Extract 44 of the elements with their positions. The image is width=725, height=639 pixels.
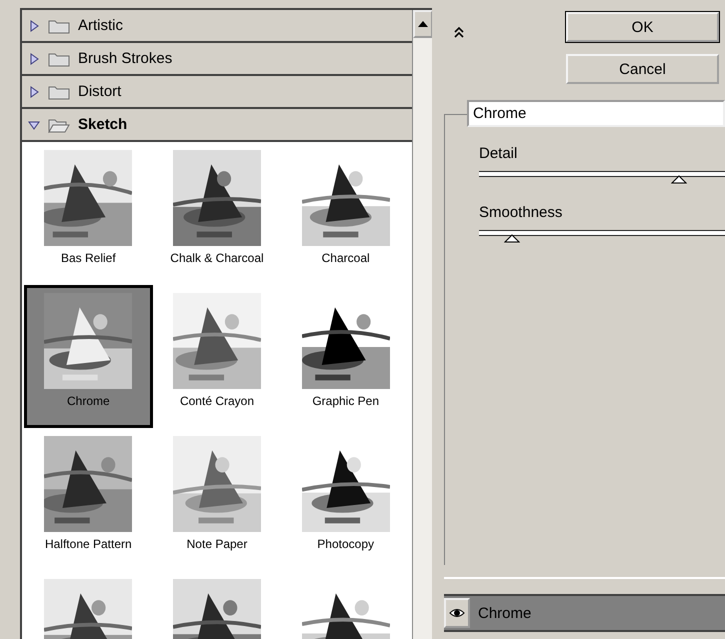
caret-down-icon[interactable]: [28, 118, 40, 130]
category-label[interactable]: Brush Strokes: [78, 50, 172, 67]
filter-thumbnail[interactable]: Bas Relief: [24, 142, 153, 285]
scroll-up-button[interactable]: [413, 10, 432, 38]
ok-button[interactable]: OK: [566, 12, 719, 42]
filter-thumbnail[interactable]: Conté Crayon: [152, 285, 282, 428]
category-label[interactable]: Sketch: [78, 116, 128, 133]
filter-name: Chrome: [66, 394, 110, 408]
layer-name: Chrome: [478, 604, 532, 622]
slider-thumb[interactable]: [670, 175, 687, 184]
slider-label: Detail: [479, 145, 518, 162]
folder-icon: [48, 84, 70, 100]
filter-name: Charcoal: [322, 251, 370, 265]
filter-name: Photocopy: [317, 537, 374, 551]
category-label[interactable]: Distort: [78, 83, 122, 100]
category-label[interactable]: Artistic: [78, 17, 123, 34]
folder-icon: [48, 18, 70, 34]
filter-thumbnail[interactable]: Charcoal: [281, 142, 410, 285]
cancel-button[interactable]: Cancel: [566, 54, 719, 84]
filter-dropdown[interactable]: Chrome: [467, 100, 725, 127]
folder-icon: [48, 116, 70, 132]
visibility-toggle[interactable]: [444, 598, 470, 628]
filter-thumbnail[interactable]: Photocopy: [281, 428, 410, 571]
folder-icon: [48, 50, 70, 66]
effect-layer-row[interactable]: Chrome: [444, 594, 725, 632]
filter-thumbnail[interactable]: Halftone Pattern: [24, 428, 153, 571]
filter-name: Bas Relief: [60, 251, 116, 265]
caret-right-icon[interactable]: [28, 20, 40, 32]
filter-thumbnail[interactable]: Chalk & Charcoal: [152, 142, 282, 285]
collapse-icon[interactable]: [454, 26, 464, 38]
filter-name: Halftone Pattern: [44, 537, 132, 551]
caret-right-icon[interactable]: [28, 52, 40, 64]
filter-name: Note Paper: [186, 537, 248, 551]
caret-right-icon[interactable]: [28, 86, 40, 98]
slider-label: Smoothness: [479, 204, 564, 221]
caret-up-icon: [418, 21, 428, 27]
filter-name: Conté Crayon: [180, 394, 254, 408]
filter-name: Graphic Pen: [312, 394, 380, 408]
filter-thumbnail[interactable]: Graphic Pen: [281, 285, 410, 428]
filter-thumbnail[interactable]: Note Paper: [152, 428, 282, 571]
filter-thumbnail[interactable]: Chrome: [24, 285, 153, 428]
slider-thumb[interactable]: [504, 234, 520, 243]
filter-name: Chalk & Charcoal: [170, 251, 264, 265]
eye-icon: [449, 608, 465, 618]
